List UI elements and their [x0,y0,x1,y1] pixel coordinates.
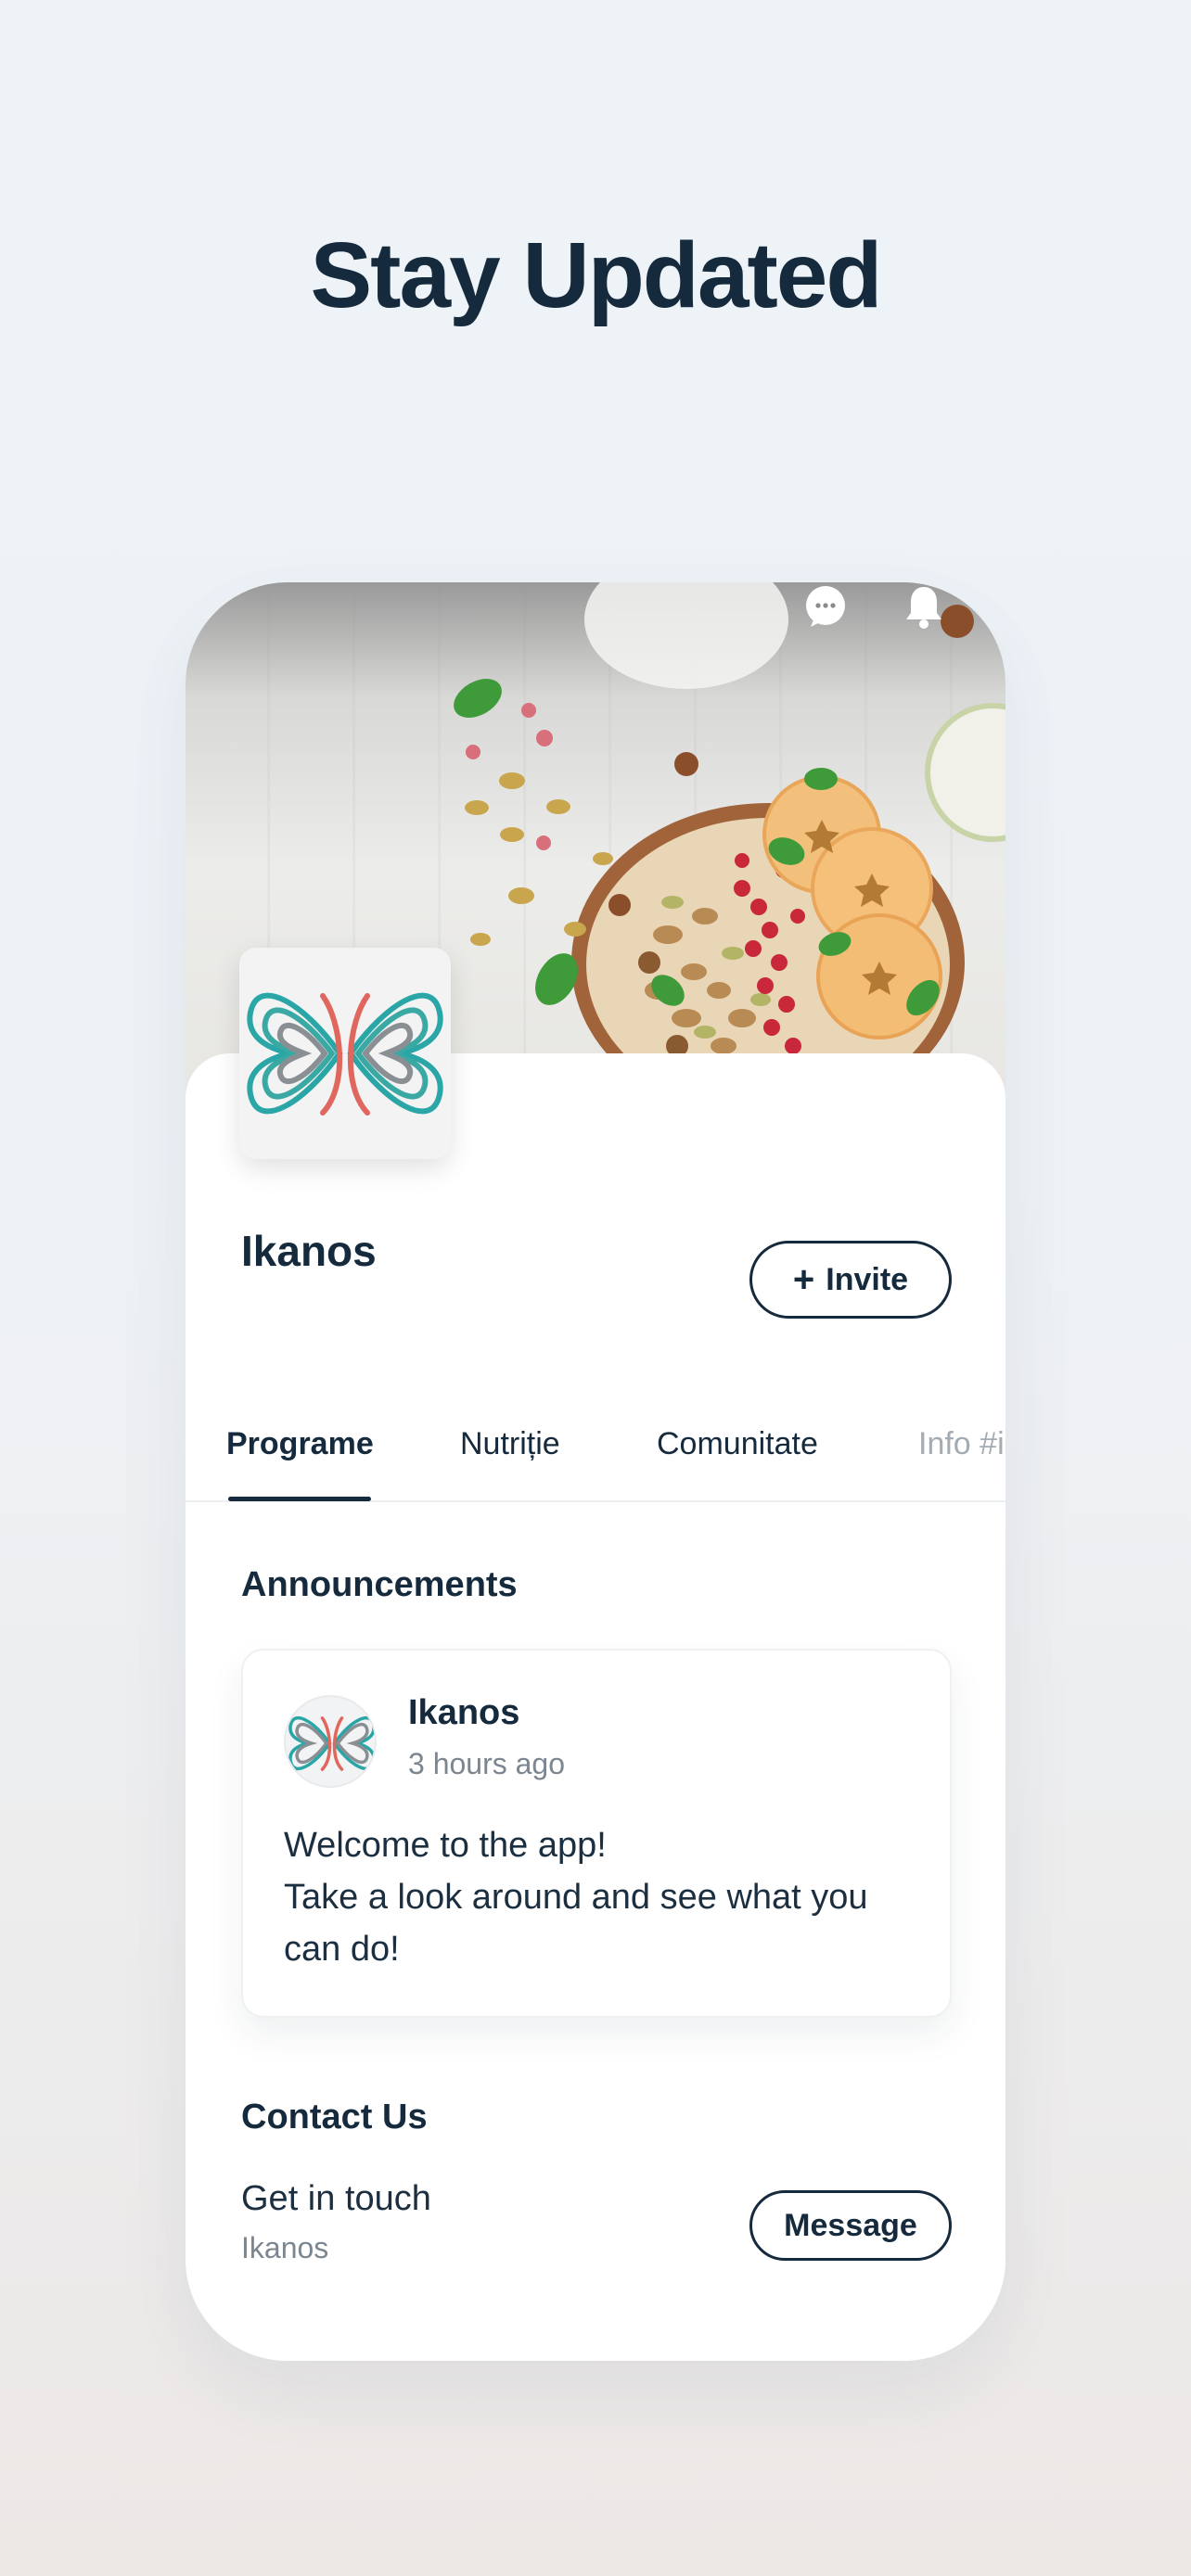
contact-name: Ikanos [241,2231,329,2264]
tab-programe[interactable]: Programe [226,1426,374,1462]
tab-bar: Programe Nutriție Comunitate Info #i [186,1417,1005,1502]
headline: Stay Updated [310,223,882,327]
phone-mockup: Ikanos + Invite Programe Nutriție Comuni… [186,582,1005,2361]
bell-icon[interactable] [900,582,948,631]
invite-button[interactable]: + Invite [749,1241,952,1319]
brand-name: Ikanos [241,1227,377,1275]
contact-heading: Get in touch [241,2179,431,2218]
active-tab-indicator [228,1497,371,1501]
contact-title: Contact Us [241,2098,428,2136]
butterfly-logo-icon [247,992,443,1116]
tab-comunitate[interactable]: Comunitate [657,1426,818,1462]
tab-nutritie[interactable]: Nutriție [460,1426,560,1462]
tab-info[interactable]: Info #i [918,1426,1005,1462]
plus-icon: + [792,1259,815,1300]
announcement-line: Take a look around and see what you [284,1878,868,1917]
announcement-author: Ikanos [408,1693,520,1732]
announcement-time: 3 hours ago [408,1747,566,1780]
announcement-line: Welcome to the app! [284,1826,607,1865]
invite-label: Invite [826,1261,909,1297]
chat-icon[interactable] [801,582,850,631]
avatar [284,1695,377,1788]
announcement-card[interactable]: Ikanos 3 hours ago Welcome to the app! T… [241,1649,952,2018]
announcement-body: Welcome to the app! Take a look around a… [284,1819,933,1975]
announcements-title: Announcements [241,1565,518,1604]
butterfly-logo-icon [288,1715,375,1771]
brand-logo [239,948,451,1159]
announcement-line: can do! [284,1930,400,1969]
message-button[interactable]: Message [749,2190,952,2261]
